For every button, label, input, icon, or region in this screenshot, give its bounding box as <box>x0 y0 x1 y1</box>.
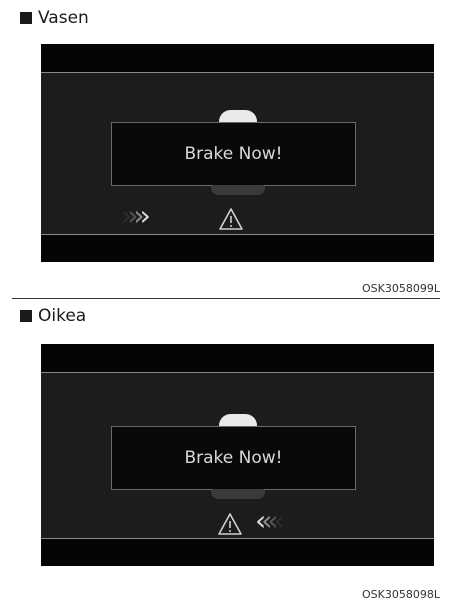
display-bottom-band <box>41 235 434 262</box>
warning-triangle-icon <box>218 513 242 535</box>
section-header-oikea: Oikea <box>20 306 86 326</box>
display-bottom-band <box>41 539 434 566</box>
square-bullet-icon <box>20 12 32 24</box>
brake-alert-box: Brake Now! <box>111 426 356 490</box>
chevron-right-icon: ›››› <box>121 199 151 232</box>
section-divider <box>12 298 440 299</box>
display-top-band <box>41 344 434 372</box>
figure-caption: OSK3058098L <box>362 588 440 601</box>
display-top-line <box>41 372 434 373</box>
figure-caption: OSK3058099L <box>362 282 440 295</box>
warning-triangle-icon <box>219 208 243 230</box>
alert-text: Brake Now! <box>184 448 283 468</box>
cluster-display-right: Brake Now! ‹‹‹‹ <box>41 344 434 566</box>
section-title: Vasen <box>38 8 89 28</box>
chevron-left-icon: ‹‹‹‹ <box>255 504 285 537</box>
display-top-line <box>41 72 434 73</box>
display-top-band <box>41 44 434 72</box>
alert-text: Brake Now! <box>184 144 283 164</box>
section-header-vasen: Vasen <box>20 8 89 28</box>
section-title: Oikea <box>38 306 87 326</box>
car-rear-icon <box>211 185 265 195</box>
cluster-display-left: Brake Now! ›››› <box>41 44 434 262</box>
square-bullet-icon <box>20 310 32 322</box>
brake-alert-box: Brake Now! <box>111 122 356 186</box>
car-rear-icon <box>211 489 265 499</box>
